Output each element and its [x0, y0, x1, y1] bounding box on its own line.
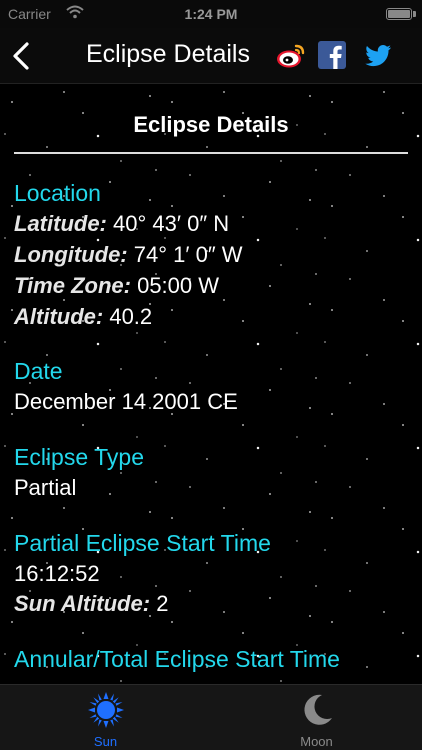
- battery-icon: [386, 8, 412, 20]
- latitude-row: Latitude: 40° 43′ 0″ N: [14, 211, 229, 237]
- latitude-label: Latitude:: [14, 211, 107, 236]
- annular-total-start-heading: Annular/Total Eclipse Start Time: [14, 646, 340, 672]
- location-heading: Location: [14, 180, 101, 206]
- status-bar: Carrier 1:24 PM: [0, 0, 422, 28]
- facebook-icon[interactable]: [318, 41, 346, 69]
- tab-moon-label: Moon: [300, 734, 333, 749]
- tab-moon[interactable]: Moon: [211, 685, 422, 750]
- section-header: Eclipse Details: [133, 112, 289, 137]
- twitter-icon[interactable]: [362, 39, 394, 71]
- timezone-label: Time Zone:: [14, 273, 131, 298]
- battery-tip: [413, 11, 416, 17]
- weibo-icon[interactable]: [275, 39, 307, 71]
- altitude-label: Altitude:: [14, 304, 104, 329]
- moon-icon: [304, 694, 332, 725]
- partial-start-time: 16:12:52: [14, 561, 100, 586]
- altitude-value: 40.2: [109, 304, 153, 329]
- sun-altitude-value: 2: [156, 591, 169, 616]
- sun-icon: [88, 692, 124, 728]
- timezone-row: Time Zone: 05:00 W: [14, 273, 219, 299]
- altitude-row: Altitude: 40.2: [14, 304, 152, 330]
- latitude-value: 40° 43′ 0″ N: [113, 211, 230, 236]
- nav-title: Eclipse Details: [86, 40, 250, 68]
- tab-sun[interactable]: Sun: [0, 685, 211, 750]
- sun-altitude-row: Sun Altitude: 2: [14, 591, 168, 617]
- eclipse-type-heading: Eclipse Type: [14, 444, 144, 470]
- longitude-value: 74° 1′ 0″ W: [133, 242, 243, 267]
- chevron-left-icon: [13, 42, 29, 70]
- sun-altitude-label: Sun Altitude:: [14, 591, 151, 616]
- tab-bar: Sun Moon: [0, 684, 422, 750]
- date-value: December 14 2001 CE: [14, 389, 238, 414]
- section-divider: [14, 152, 408, 154]
- longitude-row: Longitude: 74° 1′ 0″ W: [14, 242, 243, 268]
- status-time: 1:24 PM: [184, 6, 238, 22]
- date-heading: Date: [14, 358, 63, 384]
- eclipse-details-content[interactable]: Eclipse Details Location Latitude: 40° 4…: [0, 84, 422, 684]
- longitude-label: Longitude:: [14, 242, 128, 267]
- timezone-value: 05:00 W: [137, 273, 220, 298]
- app-root: Carrier 1:24 PM Eclipse Details Eclipse …: [0, 0, 422, 750]
- eclipse-type-value: Partial: [14, 475, 77, 500]
- back-button[interactable]: [8, 40, 38, 72]
- tab-sun-label: Sun: [93, 734, 118, 749]
- partial-start-heading: Partial Eclipse Start Time: [14, 530, 271, 556]
- navigation-bar: Eclipse Details: [0, 28, 422, 84]
